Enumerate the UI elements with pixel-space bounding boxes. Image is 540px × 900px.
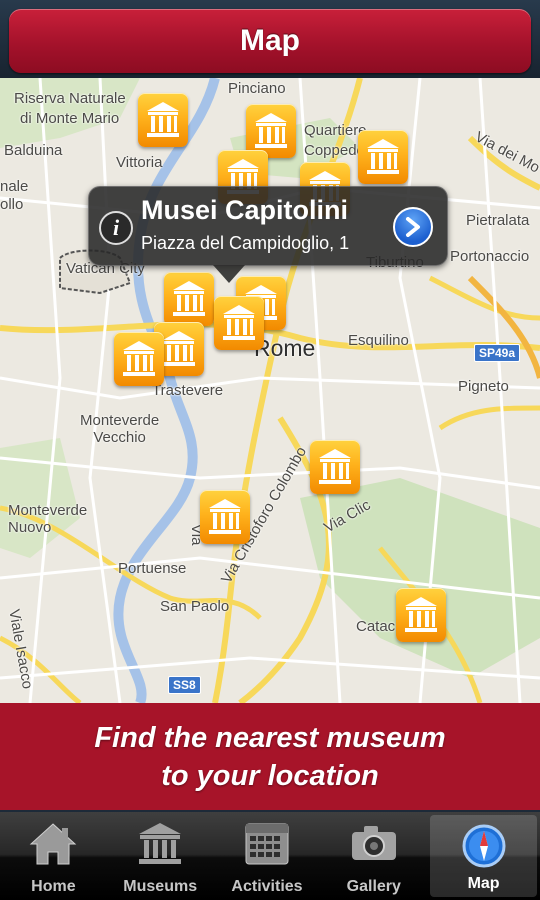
header-bar: Map	[0, 0, 540, 82]
museum-icon	[405, 597, 437, 632]
map-label: Pinciano	[228, 80, 286, 97]
tab-map[interactable]: Map	[430, 815, 537, 897]
callout-address: Piazza del Campidoglio, 1	[141, 233, 350, 253]
museum-pin[interactable]	[200, 490, 250, 544]
tab-label: Activities	[231, 878, 303, 895]
map-label: Portuense	[118, 560, 187, 577]
compass-icon	[462, 824, 506, 868]
tab-bar: Home Museums Activities Gallery Map	[0, 812, 540, 900]
map-label: Balduina	[4, 142, 63, 159]
banner-line-1: Find the nearest museum	[94, 721, 446, 754]
callout-pointer	[213, 265, 245, 283]
tab-label: Home	[31, 878, 76, 895]
map-label: Pigneto	[458, 378, 509, 395]
title-bar: Map	[9, 9, 531, 73]
home-icon	[30, 823, 77, 865]
tab-museums[interactable]: Museums	[107, 812, 214, 900]
museum-pin[interactable]	[164, 272, 214, 326]
camera-icon	[351, 826, 396, 860]
map-label: Coppedè	[304, 142, 365, 159]
road-shield: SS8	[168, 676, 201, 694]
museum-icon	[123, 341, 155, 376]
museum-pin[interactable]	[138, 93, 188, 147]
museum-pin[interactable]	[114, 332, 164, 386]
map-label: Riserva Naturale	[14, 90, 126, 107]
museum-icon	[367, 139, 399, 174]
disclosure-arrow-icon[interactable]	[393, 207, 433, 247]
map-label: ollo	[0, 196, 24, 213]
museum-pin[interactable]	[310, 440, 360, 494]
map-view[interactable]: Riserva Naturale di Monte Mario Balduina…	[0, 78, 540, 703]
info-icon[interactable]: i	[99, 211, 133, 245]
map-label: Pietralata	[466, 212, 530, 229]
museum-icon	[223, 305, 255, 340]
museum-icon	[139, 823, 182, 864]
calendar-icon	[245, 823, 289, 865]
map-label: nale	[0, 178, 29, 195]
museum-icon	[163, 331, 195, 366]
museum-icon	[147, 102, 179, 137]
map-label: Catac	[356, 618, 396, 635]
promo-banner: Find the nearest museum to your location	[0, 703, 540, 810]
museum-pin[interactable]	[214, 296, 264, 350]
tab-activities[interactable]: Activities	[214, 812, 321, 900]
tab-label: Gallery	[346, 878, 401, 895]
banner-line-2: to your location	[161, 759, 379, 792]
museum-icon	[255, 113, 287, 148]
museum-icon	[319, 449, 351, 484]
museum-pin[interactable]	[396, 588, 446, 642]
callout-title: Musei Capitolini	[141, 195, 349, 225]
tab-label: Museums	[123, 878, 198, 895]
museum-icon	[173, 281, 205, 316]
map-label: Monteverde Vecchio	[80, 412, 160, 446]
map-label: Esquilino	[348, 332, 409, 349]
museum-pin[interactable]	[358, 130, 408, 184]
map-callout[interactable]: i Musei Capitolini Piazza del Campidogli…	[88, 186, 448, 283]
map-label: San Paolo	[160, 598, 230, 615]
map-label: Monteverde Nuovo	[8, 502, 88, 536]
tab-gallery[interactable]: Gallery	[320, 812, 427, 900]
map-label: di Monte Mario	[20, 110, 120, 127]
road-shield: SP49a	[474, 344, 521, 362]
museum-icon	[209, 499, 241, 534]
map-label: Portonaccio	[450, 248, 530, 265]
map-label: Trastevere	[152, 382, 224, 399]
tab-label: Map	[467, 875, 500, 892]
chevron-right-icon	[406, 217, 420, 237]
page-title: Map	[240, 24, 300, 57]
tab-home[interactable]: Home	[0, 812, 107, 900]
map-label: Vittoria	[116, 154, 163, 171]
